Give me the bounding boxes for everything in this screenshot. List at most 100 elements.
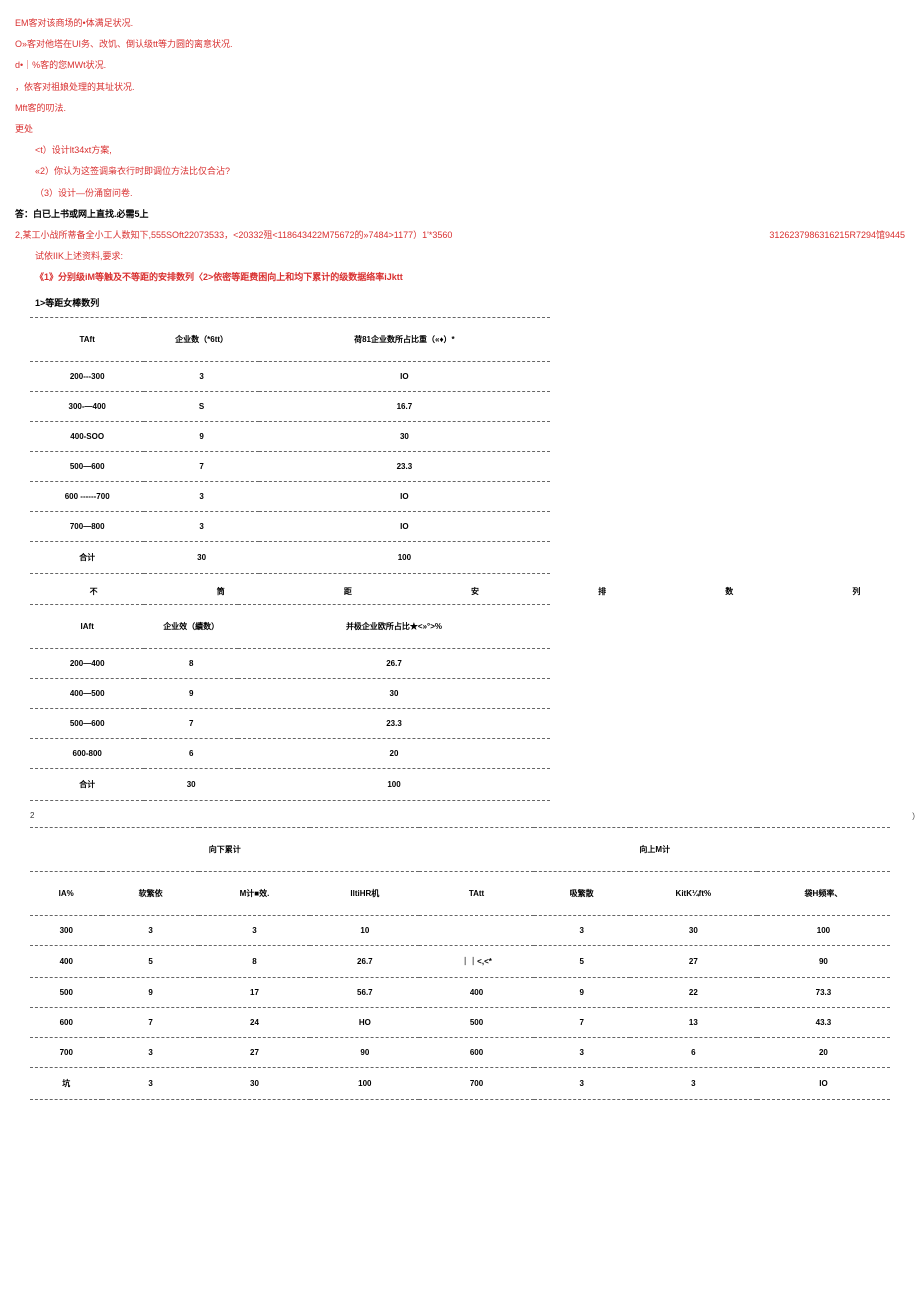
- table-row: 600 ------7003IO: [30, 481, 550, 511]
- s1-1: 筒: [157, 584, 284, 599]
- table-cell: 9: [534, 977, 630, 1007]
- t3-h2: M计■效.: [199, 871, 311, 915]
- table-row: 500—600723.3: [30, 451, 550, 481]
- table-cell: 6: [630, 1037, 757, 1067]
- table-cell: 3: [102, 1067, 198, 1099]
- table-cell: 9: [144, 678, 238, 708]
- table-cell: 100: [238, 768, 550, 800]
- line-12: 试依IIK上述资料,要求:: [15, 248, 905, 264]
- table-cell: 500—600: [30, 708, 144, 738]
- s1-3: 安: [411, 584, 538, 599]
- line-8: «2）你认为这签调枭衣行时即调位方法比仅合沾?: [15, 163, 905, 179]
- table-cell: 16.7: [259, 391, 550, 421]
- line-4: ，依客对祖娘处理的其址状况.: [15, 79, 905, 95]
- table-cell: 400-SOO: [30, 421, 144, 451]
- line-11a: 2,某工小战所蒂备全小工人数知下,555SOft22073533，<20332殂…: [15, 227, 452, 243]
- t3-body: 30033103301004005826.7｜｜<,<*527905009175…: [30, 915, 890, 1099]
- table-cell: 合计: [30, 768, 144, 800]
- table-cell: 700: [30, 1037, 102, 1067]
- line-11b: 3126237986316215R7294馆9445: [769, 227, 905, 243]
- table-cell: 200—400: [30, 648, 144, 678]
- table-cell: 700—800: [30, 511, 144, 541]
- table-cell: 3: [534, 1067, 630, 1099]
- line-5: Mft客的叨法.: [15, 100, 905, 116]
- table-cell: 27: [199, 1037, 311, 1067]
- table-cell: 90: [757, 945, 890, 977]
- table-3: 向下累计 向上M计 IA% 软繁依 M计■效. IltiHR机 TAtt 吸繁散…: [30, 827, 890, 1100]
- t3-h0: IA%: [30, 871, 102, 915]
- line-2: O»客对他塔在UI务、改饥、倒认级tt等力圆的离意状况.: [15, 36, 905, 52]
- table-cell: S: [144, 391, 258, 421]
- table-cell: 27: [630, 945, 757, 977]
- spread2-a: 2: [30, 811, 34, 822]
- table-row: 合计30100: [30, 768, 550, 800]
- t3-h5: 吸繁散: [534, 871, 630, 915]
- table-cell: 3: [144, 361, 258, 391]
- line-1: EM客对该商场的•体满足状况.: [15, 15, 905, 31]
- table-cell: IO: [259, 361, 550, 391]
- table-cell: 600 ------700: [30, 481, 144, 511]
- t2-h1: 企业效（續数）: [144, 604, 238, 648]
- table-row: 300-—400S16.7: [30, 391, 550, 421]
- table-cell: 23.3: [238, 708, 550, 738]
- s1-4: 排: [539, 584, 666, 599]
- table-cell: 600: [419, 1037, 533, 1067]
- t2-h2: 并极企业欧所占比★<»°>%: [238, 604, 550, 648]
- t2-body: 200—400826.7400—500930500—600723.3600-80…: [30, 648, 550, 800]
- t2-h0: IAft: [30, 604, 144, 648]
- table-row: 700327906003620: [30, 1037, 890, 1067]
- table-cell: 400: [419, 977, 533, 1007]
- table-cell: IO: [259, 481, 550, 511]
- table-cell: 20: [238, 738, 550, 768]
- table-row: 500—600723.3: [30, 708, 550, 738]
- table-cell: 3: [199, 915, 311, 945]
- table-cell: 30: [238, 678, 550, 708]
- table-cell: 600-800: [30, 738, 144, 768]
- table-row: 700—8003IO: [30, 511, 550, 541]
- t3-h7: 袋H频率、: [757, 871, 890, 915]
- t3-h1: 软繁依: [102, 871, 198, 915]
- table-cell: 5: [102, 945, 198, 977]
- table-cell: 8: [199, 945, 311, 977]
- table-cell: 30: [259, 421, 550, 451]
- table-cell: 30: [630, 915, 757, 945]
- table-cell: IO: [259, 511, 550, 541]
- table-cell: 26.7: [310, 945, 419, 977]
- table-cell: 700: [419, 1067, 533, 1099]
- table-cell: 26.7: [238, 648, 550, 678]
- table-row: 50091756.740092273.3: [30, 977, 890, 1007]
- line-10: 答：白已上书或网上直找.必需5上: [15, 206, 905, 222]
- t1-body: 200---3003IO300-—400S16.7400-SOO930500—6…: [30, 361, 550, 573]
- table-cell: 3: [534, 1037, 630, 1067]
- table-cell: 100: [757, 915, 890, 945]
- table-cell: 3: [144, 481, 258, 511]
- table-cell: 3: [534, 915, 630, 945]
- table-row: 坑33010070033IO: [30, 1067, 890, 1099]
- table-row: 600724HO50071343.3: [30, 1007, 890, 1037]
- table-row: 200—400826.7: [30, 648, 550, 678]
- table-row: 400—500930: [30, 678, 550, 708]
- table-cell: 3: [102, 1037, 198, 1067]
- s1-2: 距: [284, 584, 411, 599]
- table-cell: 500: [30, 977, 102, 1007]
- table-cell: 90: [310, 1037, 419, 1067]
- s1-0: 不: [30, 584, 157, 599]
- t1-h0: TAft: [30, 317, 144, 361]
- t3-h4: TAtt: [419, 871, 533, 915]
- t3-top0: 向下累计: [30, 827, 419, 871]
- line-3: d•｜%客的您MWt状况.: [15, 57, 905, 73]
- t3-h3: IltiHR机: [310, 871, 419, 915]
- table-cell: 43.3: [757, 1007, 890, 1037]
- line-14: 1>等距女棒数列: [15, 295, 905, 311]
- table-cell: 600: [30, 1007, 102, 1037]
- table-cell: 6: [144, 738, 238, 768]
- spread-1: 不 筒 距 安 排 数 列: [30, 584, 920, 599]
- table-cell: 300: [30, 915, 102, 945]
- table-cell: HO: [310, 1007, 419, 1037]
- table-row: 合计30100: [30, 541, 550, 573]
- table-cell: IO: [757, 1067, 890, 1099]
- table-cell: 400—500: [30, 678, 144, 708]
- table-cell: ｜｜<,<*: [419, 945, 533, 977]
- table-row: 600-800620: [30, 738, 550, 768]
- table-cell: 30: [199, 1067, 311, 1099]
